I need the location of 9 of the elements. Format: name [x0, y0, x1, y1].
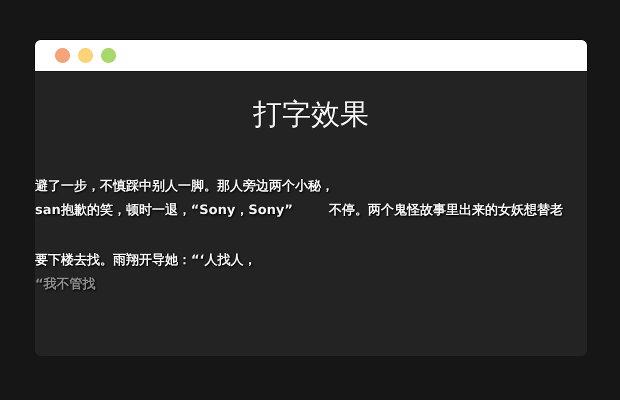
text-line: 不停。两个鬼怪故事里出来的女妖想替老	[328, 202, 563, 220]
text-line: “我不管找	[35, 276, 96, 294]
page-title: 打字效果	[253, 98, 369, 133]
window-control-dot[interactable]	[101, 48, 116, 63]
window-control-dot[interactable]	[78, 48, 93, 63]
text-line: 避了一步，不慎踩中别人一脚。那人旁边两个小秘，	[35, 178, 334, 196]
text-line: san抱歉的笑，顿时一退，“Sony，Sony”	[35, 202, 293, 220]
window-control-dot[interactable]	[55, 48, 70, 63]
text-line: 要下楼去找。雨翔开导她：“‘人找人，	[35, 252, 256, 270]
